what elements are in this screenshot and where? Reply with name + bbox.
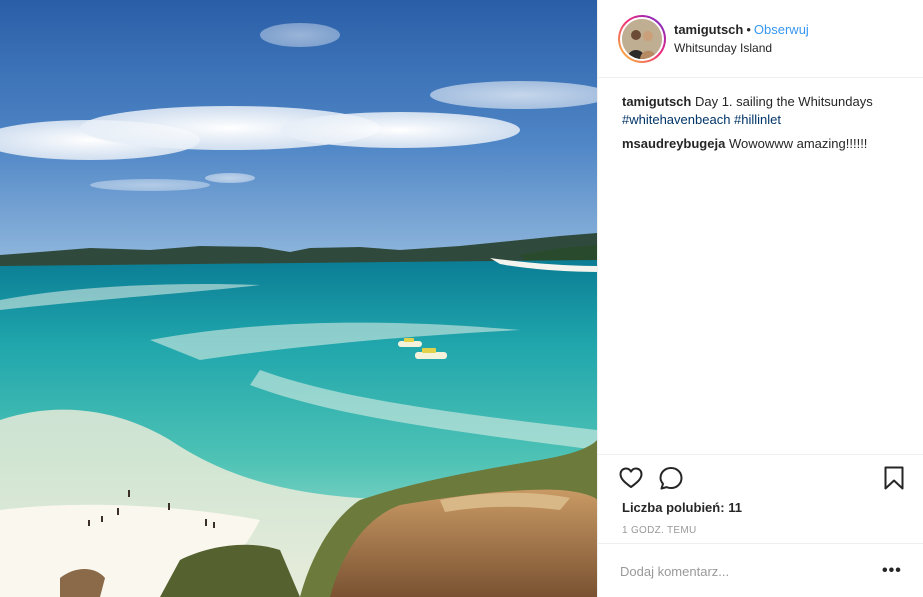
instagram-post: tamigutsch • Obserwuj Whitsunday Island ta… xyxy=(0,0,923,597)
header-top-line: tamigutsch • Obserwuj xyxy=(674,21,809,39)
separator-dot: • xyxy=(746,21,751,37)
likes-label: Liczba polubień: xyxy=(622,500,725,515)
add-comment-bar: ••• xyxy=(598,543,923,597)
post-timestamp[interactable]: 1 GODZ. TEMU xyxy=(622,525,697,536)
action-icons-row xyxy=(598,455,923,499)
more-options-icon[interactable]: ••• xyxy=(882,562,906,580)
likes-count[interactable]: Liczba polubień: 11 xyxy=(622,500,742,515)
story-ring[interactable] xyxy=(618,14,666,63)
comment-username[interactable]: msaudreybugeja xyxy=(622,136,725,151)
author-username[interactable]: tamigutsch xyxy=(674,22,743,37)
add-comment-input[interactable] xyxy=(620,560,870,582)
heart-icon[interactable] xyxy=(618,465,644,491)
caption: tamigutsch Day 1. sailing the Whitsunday… xyxy=(622,93,912,129)
header-text: tamigutsch • Obserwuj Whitsunday Island xyxy=(674,21,809,57)
post-header: tamigutsch • Obserwuj Whitsunday Island xyxy=(598,0,923,78)
likes-number: 11 xyxy=(728,500,742,515)
bookmark-icon[interactable] xyxy=(881,465,907,491)
hashtag-link[interactable]: #hillinlet xyxy=(734,112,781,127)
post-actions: Liczba polubień: 11 1 GODZ. TEMU xyxy=(598,454,923,536)
post-side-panel: tamigutsch • Obserwuj Whitsunday Island ta… xyxy=(597,0,923,597)
location-link[interactable]: Whitsunday Island xyxy=(674,39,809,57)
comments-list: tamigutsch Day 1. sailing the Whitsunday… xyxy=(622,93,912,159)
caption-username[interactable]: tamigutsch xyxy=(622,94,691,109)
hashtag-link[interactable]: #whitehavenbeach xyxy=(622,112,730,127)
comment-item: msaudreybugeja Wowowww amazing!!!!!! xyxy=(622,135,912,153)
speech-bubble-icon[interactable] xyxy=(658,465,684,491)
comment-text: Wowowww amazing!!!!!! xyxy=(728,136,868,151)
caption-text: Day 1. sailing the Whitsundays xyxy=(694,94,873,109)
avatar-image xyxy=(622,18,662,59)
post-photo[interactable] xyxy=(0,0,597,597)
beach-photo-image xyxy=(0,0,597,597)
avatar[interactable] xyxy=(620,16,664,61)
follow-button[interactable]: Obserwuj xyxy=(754,22,809,37)
